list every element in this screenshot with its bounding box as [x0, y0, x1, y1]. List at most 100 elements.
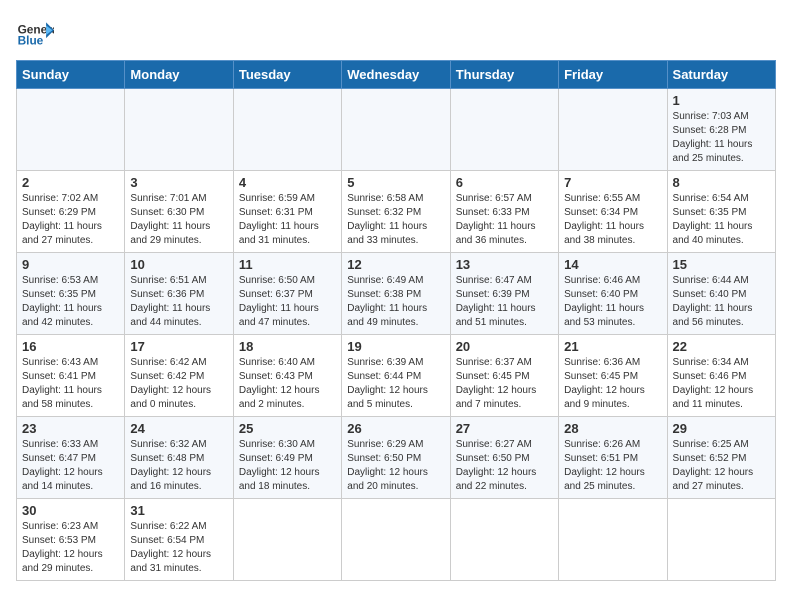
day-number: 18	[239, 339, 336, 354]
calendar-cell: 23 Sunrise: 6:33 AM Sunset: 6:47 PM Dayli…	[17, 417, 125, 499]
calendar-cell	[450, 499, 558, 581]
day-number: 25	[239, 421, 336, 436]
calendar-cell	[559, 89, 667, 171]
calendar-cell	[667, 499, 775, 581]
calendar-week-row: 16 Sunrise: 6:43 AM Sunset: 6:41 PM Dayli…	[17, 335, 776, 417]
day-info: Sunrise: 6:55 AM Sunset: 6:34 PM Dayligh…	[564, 192, 661, 248]
day-info: Sunrise: 6:49 AM Sunset: 6:38 PM Dayligh…	[347, 274, 444, 330]
calendar-cell: 9Sunrise: 6:53 AM Sunset: 6:35 PM Daylig…	[17, 253, 125, 335]
header: General Blue	[16, 16, 776, 54]
day-info: Sunrise: 6:36 AM Sunset: 6:45 PM Dayligh…	[564, 356, 661, 412]
calendar-cell: 22 Sunrise: 6:34 AM Sunset: 6:46 PM Dayli…	[667, 335, 775, 417]
day-number: 7	[564, 175, 661, 190]
day-number: 27	[456, 421, 553, 436]
day-info: Sunrise: 6:54 AM Sunset: 6:35 PM Dayligh…	[673, 192, 770, 248]
day-info: Sunrise: 6:27 AM Sunset: 6:50 PM Dayligh…	[456, 438, 553, 494]
calendar-cell: 10 Sunrise: 6:51 AM Sunset: 6:36 PM Dayli…	[125, 253, 233, 335]
day-info: Sunrise: 6:59 AM Sunset: 6:31 PM Dayligh…	[239, 192, 336, 248]
calendar-cell: 30 Sunrise: 6:23 AM Sunset: 6:53 PM Dayli…	[17, 499, 125, 581]
day-info: Sunrise: 7:01 AM Sunset: 6:30 PM Dayligh…	[130, 192, 227, 248]
calendar-week-row: 30 Sunrise: 6:23 AM Sunset: 6:53 PM Dayli…	[17, 499, 776, 581]
logo-icon: General Blue	[16, 16, 54, 54]
calendar-cell	[342, 89, 450, 171]
calendar-cell: 31 Sunrise: 6:22 AM Sunset: 6:54 PM Dayli…	[125, 499, 233, 581]
day-number: 2	[22, 175, 119, 190]
day-info: Sunrise: 6:23 AM Sunset: 6:53 PM Dayligh…	[22, 520, 119, 576]
day-info: Sunrise: 6:39 AM Sunset: 6:44 PM Dayligh…	[347, 356, 444, 412]
day-info: Sunrise: 6:30 AM Sunset: 6:49 PM Dayligh…	[239, 438, 336, 494]
day-number: 10	[130, 257, 227, 272]
day-number: 9	[22, 257, 119, 272]
day-info: Sunrise: 6:57 AM Sunset: 6:33 PM Dayligh…	[456, 192, 553, 248]
day-info: Sunrise: 6:32 AM Sunset: 6:48 PM Dayligh…	[130, 438, 227, 494]
calendar-cell: 4 Sunrise: 6:59 AM Sunset: 6:31 PM Daylig…	[233, 171, 341, 253]
calendar-header: SundayMondayTuesdayWednesdayThursdayFrid…	[17, 61, 776, 89]
day-info: Sunrise: 6:25 AM Sunset: 6:52 PM Dayligh…	[673, 438, 770, 494]
day-number: 20	[456, 339, 553, 354]
calendar-cell: 12 Sunrise: 6:49 AM Sunset: 6:38 PM Dayli…	[342, 253, 450, 335]
calendar-week-row: 9Sunrise: 6:53 AM Sunset: 6:35 PM Daylig…	[17, 253, 776, 335]
calendar-cell: 6 Sunrise: 6:57 AM Sunset: 6:33 PM Daylig…	[450, 171, 558, 253]
day-number: 16	[22, 339, 119, 354]
day-info: Sunrise: 6:43 AM Sunset: 6:41 PM Dayligh…	[22, 356, 119, 412]
day-info: Sunrise: 6:40 AM Sunset: 6:43 PM Dayligh…	[239, 356, 336, 412]
day-number: 24	[130, 421, 227, 436]
weekday-header: Sunday	[17, 61, 125, 89]
day-number: 13	[456, 257, 553, 272]
calendar-cell: 21Sunrise: 6:36 AM Sunset: 6:45 PM Dayli…	[559, 335, 667, 417]
calendar-cell: 2Sunrise: 7:02 AM Sunset: 6:29 PM Daylig…	[17, 171, 125, 253]
calendar-cell	[559, 499, 667, 581]
day-number: 30	[22, 503, 119, 518]
weekday-header: Friday	[559, 61, 667, 89]
day-number: 12	[347, 257, 444, 272]
day-number: 28	[564, 421, 661, 436]
day-number: 5	[347, 175, 444, 190]
day-number: 11	[239, 257, 336, 272]
calendar-cell: 3 Sunrise: 7:01 AM Sunset: 6:30 PM Daylig…	[125, 171, 233, 253]
weekday-header: Wednesday	[342, 61, 450, 89]
day-number: 26	[347, 421, 444, 436]
day-info: Sunrise: 6:58 AM Sunset: 6:32 PM Dayligh…	[347, 192, 444, 248]
calendar-cell: 26 Sunrise: 6:29 AM Sunset: 6:50 PM Dayli…	[342, 417, 450, 499]
day-number: 31	[130, 503, 227, 518]
day-number: 29	[673, 421, 770, 436]
day-info: Sunrise: 6:34 AM Sunset: 6:46 PM Dayligh…	[673, 356, 770, 412]
calendar-week-row: 1Sunrise: 7:03 AM Sunset: 6:28 PM Daylig…	[17, 89, 776, 171]
calendar-cell: 15Sunrise: 6:44 AM Sunset: 6:40 PM Dayli…	[667, 253, 775, 335]
day-number: 22	[673, 339, 770, 354]
day-info: Sunrise: 6:33 AM Sunset: 6:47 PM Dayligh…	[22, 438, 119, 494]
day-info: Sunrise: 6:44 AM Sunset: 6:40 PM Dayligh…	[673, 274, 770, 330]
day-number: 3	[130, 175, 227, 190]
day-info: Sunrise: 6:22 AM Sunset: 6:54 PM Dayligh…	[130, 520, 227, 576]
weekday-header: Saturday	[667, 61, 775, 89]
day-number: 14	[564, 257, 661, 272]
day-number: 4	[239, 175, 336, 190]
calendar-cell: 1Sunrise: 7:03 AM Sunset: 6:28 PM Daylig…	[667, 89, 775, 171]
calendar-cell: 11Sunrise: 6:50 AM Sunset: 6:37 PM Dayli…	[233, 253, 341, 335]
weekday-header: Tuesday	[233, 61, 341, 89]
calendar-cell: 29 Sunrise: 6:25 AM Sunset: 6:52 PM Dayli…	[667, 417, 775, 499]
calendar-cell: 8Sunrise: 6:54 AM Sunset: 6:35 PM Daylig…	[667, 171, 775, 253]
logo: General Blue	[16, 16, 58, 54]
weekday-header: Thursday	[450, 61, 558, 89]
calendar-cell: 19Sunrise: 6:39 AM Sunset: 6:44 PM Dayli…	[342, 335, 450, 417]
day-info: Sunrise: 6:29 AM Sunset: 6:50 PM Dayligh…	[347, 438, 444, 494]
calendar-table: SundayMondayTuesdayWednesdayThursdayFrid…	[16, 60, 776, 581]
day-number: 23	[22, 421, 119, 436]
weekday-header: Monday	[125, 61, 233, 89]
day-info: Sunrise: 6:26 AM Sunset: 6:51 PM Dayligh…	[564, 438, 661, 494]
calendar-cell: 14 Sunrise: 6:46 AM Sunset: 6:40 PM Dayli…	[559, 253, 667, 335]
day-info: Sunrise: 6:46 AM Sunset: 6:40 PM Dayligh…	[564, 274, 661, 330]
calendar-cell: 18 Sunrise: 6:40 AM Sunset: 6:43 PM Dayli…	[233, 335, 341, 417]
calendar-cell: 28 Sunrise: 6:26 AM Sunset: 6:51 PM Dayli…	[559, 417, 667, 499]
day-number: 6	[456, 175, 553, 190]
calendar-cell	[450, 89, 558, 171]
day-info: Sunrise: 7:03 AM Sunset: 6:28 PM Dayligh…	[673, 110, 770, 166]
calendar-cell	[233, 499, 341, 581]
weekday-row: SundayMondayTuesdayWednesdayThursdayFrid…	[17, 61, 776, 89]
day-info: Sunrise: 6:51 AM Sunset: 6:36 PM Dayligh…	[130, 274, 227, 330]
calendar-week-row: 23 Sunrise: 6:33 AM Sunset: 6:47 PM Dayli…	[17, 417, 776, 499]
calendar-cell: 7 Sunrise: 6:55 AM Sunset: 6:34 PM Daylig…	[559, 171, 667, 253]
svg-text:Blue: Blue	[18, 34, 44, 48]
calendar-cell	[17, 89, 125, 171]
